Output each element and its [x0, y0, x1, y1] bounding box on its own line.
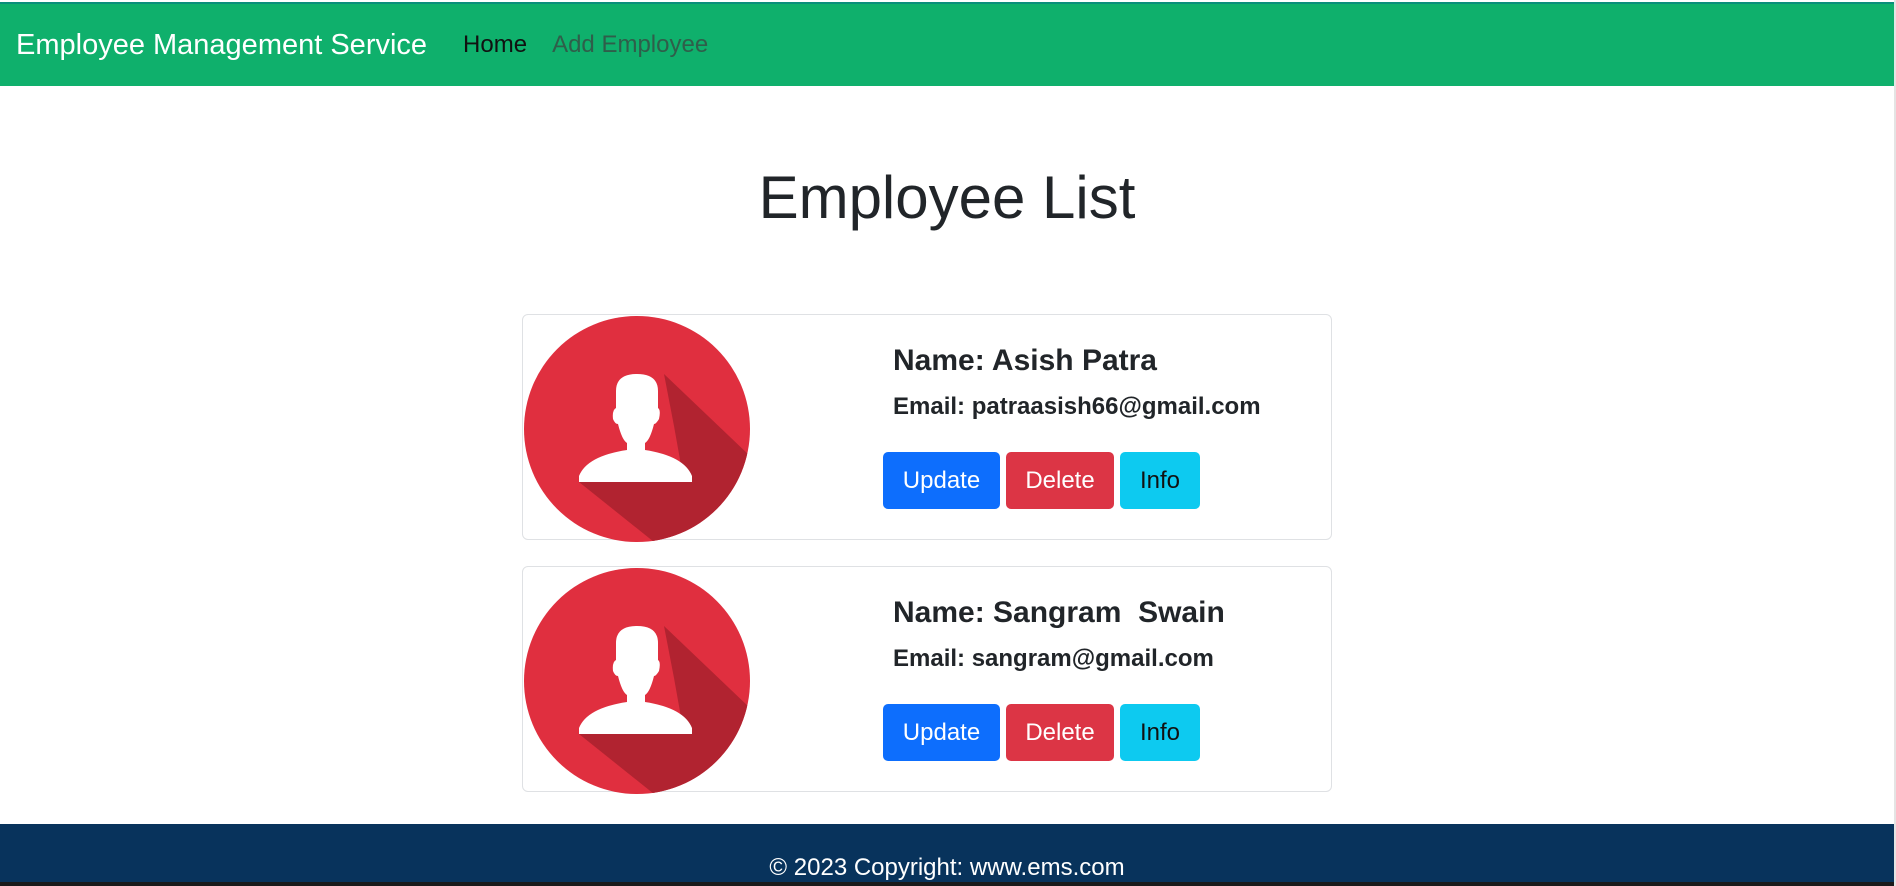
brand-link[interactable]: Employee Management Service [16, 29, 427, 62]
employee-info: Name: Asish Patra Email: patraasish66@gm… [893, 341, 1261, 423]
employee-email: Email: sangram@gmail.com [893, 645, 1214, 672]
footer: © 2023 Copyright: www.ems.com [0, 824, 1894, 882]
employee-card: Name: Sangram Swain Email: sangram@gmail… [522, 566, 1332, 794]
update-button[interactable]: Update [883, 704, 1000, 761]
user-avatar-icon [524, 316, 750, 542]
nav-link-add-employee[interactable]: Add Employee [552, 31, 708, 59]
footer-copyright: © 2023 Copyright: www.ems.com [769, 854, 1125, 881]
employee-name: Name: Asish Patra [893, 344, 1157, 377]
update-button[interactable]: Update [883, 452, 1000, 509]
employee-info: Name: Sangram Swain Email: sangram@gmail… [893, 593, 1225, 675]
nav-links: Home Add Employee [463, 31, 708, 59]
button-row: Update Delete Info [883, 704, 1200, 761]
employee-email: Email: patraasish66@gmail.com [893, 393, 1261, 420]
employee-name: Name: Sangram Swain [893, 596, 1225, 629]
info-button[interactable]: Info [1120, 452, 1200, 509]
employee-card: Name: Asish Patra Email: patraasish66@gm… [522, 314, 1332, 542]
delete-button[interactable]: Delete [1006, 704, 1114, 761]
page: Employee Management Service Home Add Emp… [0, 0, 1894, 882]
button-row: Update Delete Info [883, 452, 1200, 509]
nav-link-home[interactable]: Home [463, 31, 527, 59]
page-title: Employee List [758, 164, 1136, 231]
user-avatar-icon [524, 568, 750, 794]
info-button[interactable]: Info [1120, 704, 1200, 761]
delete-button[interactable]: Delete [1006, 452, 1114, 509]
navbar: Employee Management Service Home Add Emp… [0, 2, 1894, 86]
